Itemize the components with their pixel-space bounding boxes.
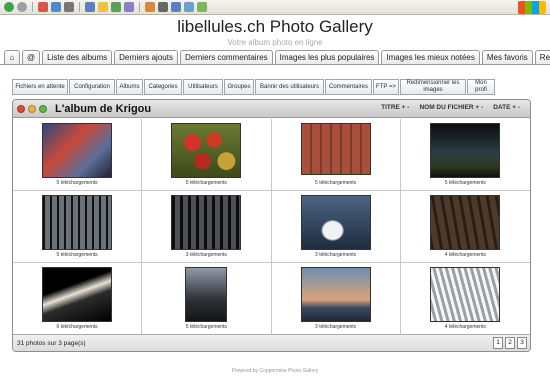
favorites-icon[interactable]	[98, 2, 108, 12]
photo-thumbnail[interactable]	[430, 123, 501, 178]
photo-cell: 3 téléchargements	[271, 191, 401, 263]
close-window-icon[interactable]	[17, 104, 25, 113]
site-title: libellules.ch Photo Gallery	[177, 17, 373, 36]
main-navigation: ⌂ @ Liste des albums Derniers ajouts Dernie…	[4, 50, 550, 65]
download-count: 5 téléchargements	[444, 180, 486, 186]
photo-cell: 5 téléchargements	[400, 119, 530, 191]
album-footer: 31 photos sur 3 page(s) 1 2 3	[13, 334, 530, 351]
edit-icon[interactable]	[171, 2, 181, 12]
photo-thumbnail[interactable]	[430, 195, 501, 250]
messenger-icon[interactable]	[197, 2, 207, 12]
download-count: 6 téléchargements	[56, 324, 98, 330]
nav-tab[interactable]: Derniers commentaires	[179, 50, 273, 65]
browser-toolbar	[0, 0, 550, 15]
admin-button[interactable]: Configuration	[69, 79, 115, 95]
photo-thumbnail[interactable]	[430, 267, 501, 322]
page-1-link[interactable]: 1	[493, 337, 503, 349]
download-count: 5 téléchargements	[315, 180, 357, 186]
album-header: L'album de Krigou TITRE + - NOM DU FICHI…	[13, 100, 530, 118]
site-subtitle: Votre album photo en ligne	[227, 38, 323, 47]
admin-button[interactable]: Groupes	[224, 79, 254, 95]
maximize-window-icon[interactable]	[39, 104, 47, 113]
photo-thumbnail[interactable]	[300, 123, 371, 175]
photo-thumbnail[interactable]	[171, 195, 242, 250]
search-icon[interactable]	[85, 2, 95, 12]
toolbar-separator	[139, 2, 140, 12]
admin-menu: Fichiers en attente Configuration Albums Ca…	[12, 79, 532, 95]
photo-cell: 3 téléchargements	[142, 191, 272, 263]
admin-button[interactable]: Albums	[116, 79, 143, 95]
photo-thumbnail[interactable]	[42, 123, 113, 178]
nav-tab[interactable]: Derniers ajouts	[114, 50, 178, 65]
download-count: 5 téléchargements	[56, 252, 98, 258]
refresh-icon[interactable]	[51, 2, 61, 12]
media-icon[interactable]	[111, 2, 121, 12]
photo-thumbnail[interactable]	[42, 195, 113, 250]
download-count: 5 téléchargements	[185, 180, 227, 186]
forward-icon[interactable]	[17, 2, 27, 12]
admin-button[interactable]: Redimensionner les images	[400, 79, 466, 95]
download-count: 3 téléchargements	[185, 252, 227, 258]
home-icon[interactable]	[64, 2, 74, 12]
nav-tab[interactable]: @	[22, 50, 41, 65]
nav-tab[interactable]: Mes favoris	[481, 50, 533, 65]
photo-thumbnail[interactable]	[42, 267, 113, 322]
album-title: L'album de Krigou	[55, 102, 152, 115]
sort-by-title[interactable]: TITRE + -	[381, 104, 409, 111]
home-tab-icon[interactable]: ⌂	[4, 50, 20, 65]
photo-cell: 3 téléchargements	[271, 263, 401, 335]
album-panel: L'album de Krigou TITRE + - NOM DU FICHI…	[12, 99, 531, 352]
photo-thumbnail[interactable]	[300, 195, 371, 250]
sort-by-date[interactable]: DATE + -	[493, 104, 520, 111]
minimize-window-icon[interactable]	[28, 104, 36, 113]
photo-thumbnail[interactable]	[185, 267, 228, 322]
mail-icon[interactable]	[145, 2, 155, 12]
nav-tab[interactable]: Images les plus populaires	[274, 50, 380, 65]
nav-tab[interactable]: Liste des albums	[42, 50, 113, 65]
toolbar-separator	[79, 2, 80, 12]
admin-button[interactable]: Utilisateurs	[183, 79, 223, 95]
photo-thumbnail[interactable]	[300, 267, 371, 322]
sort-controls: TITRE + - NOM DU FICHIER + - DATE + -	[381, 104, 520, 111]
print-icon[interactable]	[158, 2, 168, 12]
photo-cell: 4 téléchargements	[400, 191, 530, 263]
admin-button[interactable]: Mon profi	[467, 79, 495, 95]
admin-button[interactable]: FTP =>	[373, 79, 399, 95]
photo-cell: 4 téléchargements	[400, 263, 530, 335]
photo-thumbnail[interactable]	[171, 123, 242, 178]
page-3-link[interactable]: 3	[517, 337, 527, 349]
download-count: 5 téléchargements	[56, 180, 98, 186]
history-icon[interactable]	[124, 2, 134, 12]
photo-cell: 5 téléchargements	[271, 119, 401, 191]
download-count: 3 téléchargements	[315, 324, 357, 330]
photo-cell: 6 téléchargements	[13, 263, 143, 335]
photo-cell: 5 téléchargements	[13, 119, 143, 191]
nav-tab[interactable]: Images les mieux notées	[381, 50, 480, 65]
stop-icon[interactable]	[38, 2, 48, 12]
download-count: 5 téléchargements	[185, 324, 227, 330]
photo-cell: 5 téléchargements	[142, 263, 272, 335]
download-count: 3 téléchargements	[315, 252, 357, 258]
discuss-icon[interactable]	[184, 2, 194, 12]
nav-tab[interactable]: Re	[534, 50, 550, 65]
admin-button[interactable]: Commentaires	[325, 79, 372, 95]
windows-logo-icon	[518, 1, 546, 14]
toolbar-separator	[32, 2, 33, 12]
download-count: 4 téléchargements	[444, 252, 486, 258]
photo-grid: 5 téléchargements 5 téléchargements 5 télé…	[13, 118, 530, 335]
download-count: 4 téléchargements	[444, 324, 486, 330]
admin-button[interactable]: Fichiers en attente	[12, 79, 68, 95]
sort-by-filename[interactable]: NOM DU FICHIER + -	[419, 104, 483, 111]
admin-button[interactable]: Bannir des utilisateurs	[255, 79, 324, 95]
page-2-link[interactable]: 2	[505, 337, 515, 349]
photo-cell: 5 téléchargements	[142, 119, 272, 191]
admin-button[interactable]: Categories	[144, 79, 182, 95]
nav-divider	[0, 64, 550, 65]
powered-by: Powered by Coppermine Photo Gallery	[231, 368, 319, 374]
photo-cell: 5 téléchargements	[13, 191, 143, 263]
photo-count: 31 photos sur 3 page(s)	[17, 339, 86, 347]
back-icon[interactable]	[4, 2, 14, 12]
pagination: 1 2 3	[493, 337, 527, 349]
